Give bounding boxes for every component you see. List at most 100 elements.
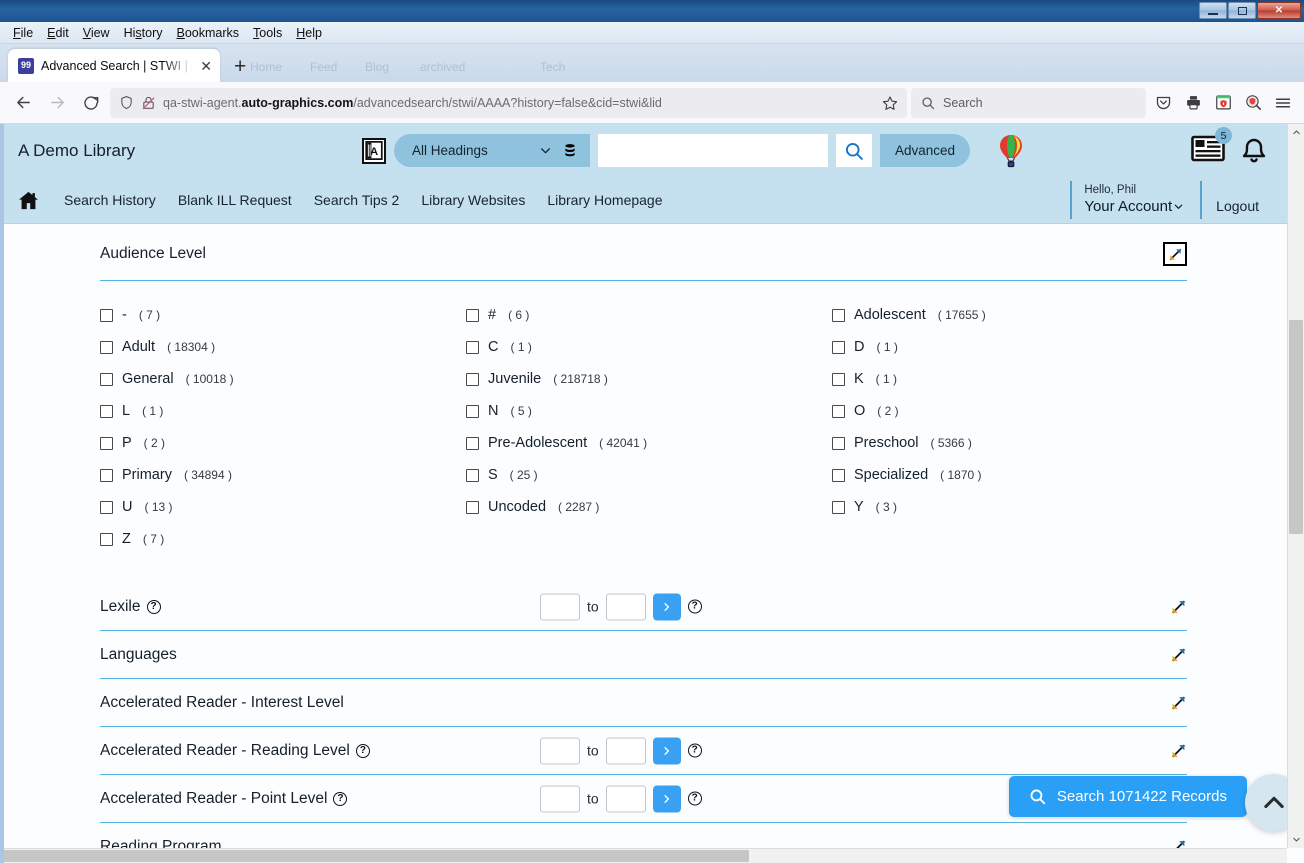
audience-facet-checkbox[interactable]	[832, 468, 845, 482]
audience-facet-checkbox[interactable]	[100, 372, 113, 386]
your-account-menu[interactable]: Hello, Phil Your Account	[1070, 181, 1200, 219]
bookmark-star-icon[interactable]	[882, 95, 898, 111]
reload-button[interactable]	[76, 88, 106, 118]
my-list-icon[interactable]: 5	[1191, 127, 1232, 163]
audience-facet-item[interactable]: Y ( 3 )	[832, 491, 1187, 523]
nav-search-tips-2[interactable]: Search Tips 2	[303, 192, 411, 208]
audience-facet-checkbox[interactable]	[100, 500, 113, 514]
facet-section-expand-icon[interactable]	[1170, 646, 1187, 663]
facet-section-expand-icon[interactable]	[1170, 838, 1187, 848]
audience-facet-item[interactable]: General ( 10018 )	[100, 363, 466, 395]
menu-hamburger-icon[interactable]	[1270, 90, 1296, 116]
menu-history[interactable]: History	[117, 24, 170, 42]
notifications-bell-icon[interactable]	[1239, 132, 1269, 164]
print-icon[interactable]	[1180, 90, 1206, 116]
audience-facet-item[interactable]: K ( 1 )	[832, 363, 1187, 395]
audience-facet-item[interactable]: Pre-Adolescent ( 42041 )	[466, 427, 832, 459]
range-from-input[interactable]	[540, 593, 580, 620]
nav-search-history[interactable]: Search History	[53, 192, 167, 208]
audience-facet-item[interactable]: -( 7 )	[100, 299, 466, 331]
range-to-input[interactable]	[605, 593, 646, 620]
nav-blank-ill-request[interactable]: Blank ILL Request	[167, 192, 303, 208]
range-apply-button[interactable]	[652, 593, 681, 620]
audience-facet-item[interactable]: Preschool ( 5366 )	[832, 427, 1187, 459]
audience-level-collapse-icon[interactable]	[1163, 242, 1187, 266]
audience-facet-checkbox[interactable]	[832, 372, 845, 386]
your-account-label[interactable]: Your Account	[1084, 198, 1184, 217]
database-icon[interactable]	[562, 142, 578, 159]
extension-search-icon[interactable]	[1240, 90, 1266, 116]
scrollbar-down-arrow-icon[interactable]	[1288, 831, 1304, 848]
global-search-input[interactable]	[598, 134, 828, 167]
audience-facet-item[interactable]: Juvenile ( 218718 )	[466, 363, 832, 395]
audience-facet-item[interactable]: C ( 1 )	[466, 331, 832, 363]
new-tab-button[interactable]: +	[234, 56, 246, 77]
audience-facet-checkbox[interactable]	[832, 340, 845, 354]
range-help-icon[interactable]: ?	[687, 599, 702, 614]
audience-facet-checkbox[interactable]	[100, 340, 113, 354]
audience-facet-item[interactable]: Specialized ( 1870 )	[832, 459, 1187, 491]
audience-facet-checkbox[interactable]	[466, 340, 479, 354]
audience-facet-checkbox[interactable]	[100, 436, 113, 450]
nav-library-websites[interactable]: Library Websites	[410, 192, 536, 208]
audience-facet-checkbox[interactable]	[832, 404, 845, 418]
window-close-button[interactable]: ✕	[1257, 2, 1301, 19]
browser-search-bar[interactable]: Search	[911, 87, 1146, 118]
audience-facet-checkbox[interactable]	[832, 436, 845, 450]
extension-shield-icon[interactable]	[1210, 90, 1236, 116]
global-search-submit-button[interactable]	[836, 134, 872, 167]
audience-facet-checkbox[interactable]	[100, 404, 113, 418]
range-help-icon[interactable]: ?	[687, 791, 702, 806]
audience-facet-checkbox[interactable]	[466, 372, 479, 386]
menu-help[interactable]: Help	[289, 24, 329, 42]
help-icon[interactable]: ?	[146, 600, 161, 614]
audience-facet-checkbox[interactable]	[100, 532, 113, 546]
help-icon[interactable]: ?	[355, 744, 370, 758]
page-vertical-scrollbar[interactable]	[1287, 124, 1304, 848]
audience-facet-checkbox[interactable]	[832, 308, 845, 322]
heading-scope-select[interactable]: All Headings	[394, 134, 590, 167]
window-minimize-button[interactable]	[1199, 2, 1227, 19]
audience-facet-checkbox[interactable]	[466, 404, 479, 418]
audience-facet-item[interactable]: Adult ( 18304 )	[100, 331, 466, 363]
url-bar[interactable]: qa-stwi-agent.auto-graphics.com/advanced…	[110, 87, 907, 118]
menu-view[interactable]: View	[76, 24, 117, 42]
range-to-input[interactable]	[605, 737, 646, 764]
range-apply-button[interactable]	[652, 785, 681, 812]
range-to-input[interactable]	[605, 785, 646, 812]
tab-close-icon[interactable]: ✕	[200, 59, 212, 73]
page-horizontal-scrollbar[interactable]	[4, 848, 1287, 863]
help-icon[interactable]: ?	[333, 792, 348, 806]
audience-facet-checkbox[interactable]	[466, 468, 479, 482]
audience-facet-item[interactable]: Uncoded ( 2287 )	[466, 491, 832, 523]
search-records-button[interactable]: Search 1071422 Records	[1008, 776, 1247, 817]
range-from-input[interactable]	[540, 737, 580, 764]
audience-facet-item[interactable]: Adolescent ( 17655 )	[832, 299, 1187, 331]
logout-link[interactable]: Logout	[1216, 198, 1259, 219]
page-vertical-scrollbar-thumb[interactable]	[1289, 320, 1303, 534]
audience-facet-checkbox[interactable]	[100, 468, 113, 482]
audience-facet-item[interactable]: N ( 5 )	[466, 395, 832, 427]
audience-facet-item[interactable]: O ( 2 )	[832, 395, 1187, 427]
audience-facet-item[interactable]: Z ( 7 )	[100, 523, 466, 555]
menu-tools[interactable]: Tools	[246, 24, 289, 42]
audience-facet-item[interactable]: L ( 1 )	[100, 395, 466, 427]
facet-section-expand-icon[interactable]	[1170, 694, 1187, 711]
range-from-input[interactable]	[540, 785, 580, 812]
back-button[interactable]	[8, 88, 38, 118]
facet-section-expand-icon[interactable]	[1170, 598, 1187, 615]
menu-bookmarks[interactable]: Bookmarks	[170, 24, 247, 42]
audience-facet-checkbox[interactable]	[466, 436, 479, 450]
audience-facet-checkbox[interactable]	[100, 308, 113, 322]
language-toggle-icon[interactable]: A	[362, 137, 386, 164]
scrollbar-up-arrow-icon[interactable]	[1288, 124, 1304, 141]
shield-icon[interactable]	[119, 95, 134, 110]
menu-file[interactable]: File	[6, 24, 40, 42]
audience-facet-item[interactable]: D ( 1 )	[832, 331, 1187, 363]
audience-facet-item[interactable]: P ( 2 )	[100, 427, 466, 459]
range-help-icon[interactable]: ?	[687, 743, 702, 758]
audience-facet-checkbox[interactable]	[466, 308, 479, 322]
forward-button[interactable]	[42, 88, 72, 118]
pocket-icon[interactable]	[1150, 90, 1176, 116]
audience-facet-item[interactable]: S ( 25 )	[466, 459, 832, 491]
